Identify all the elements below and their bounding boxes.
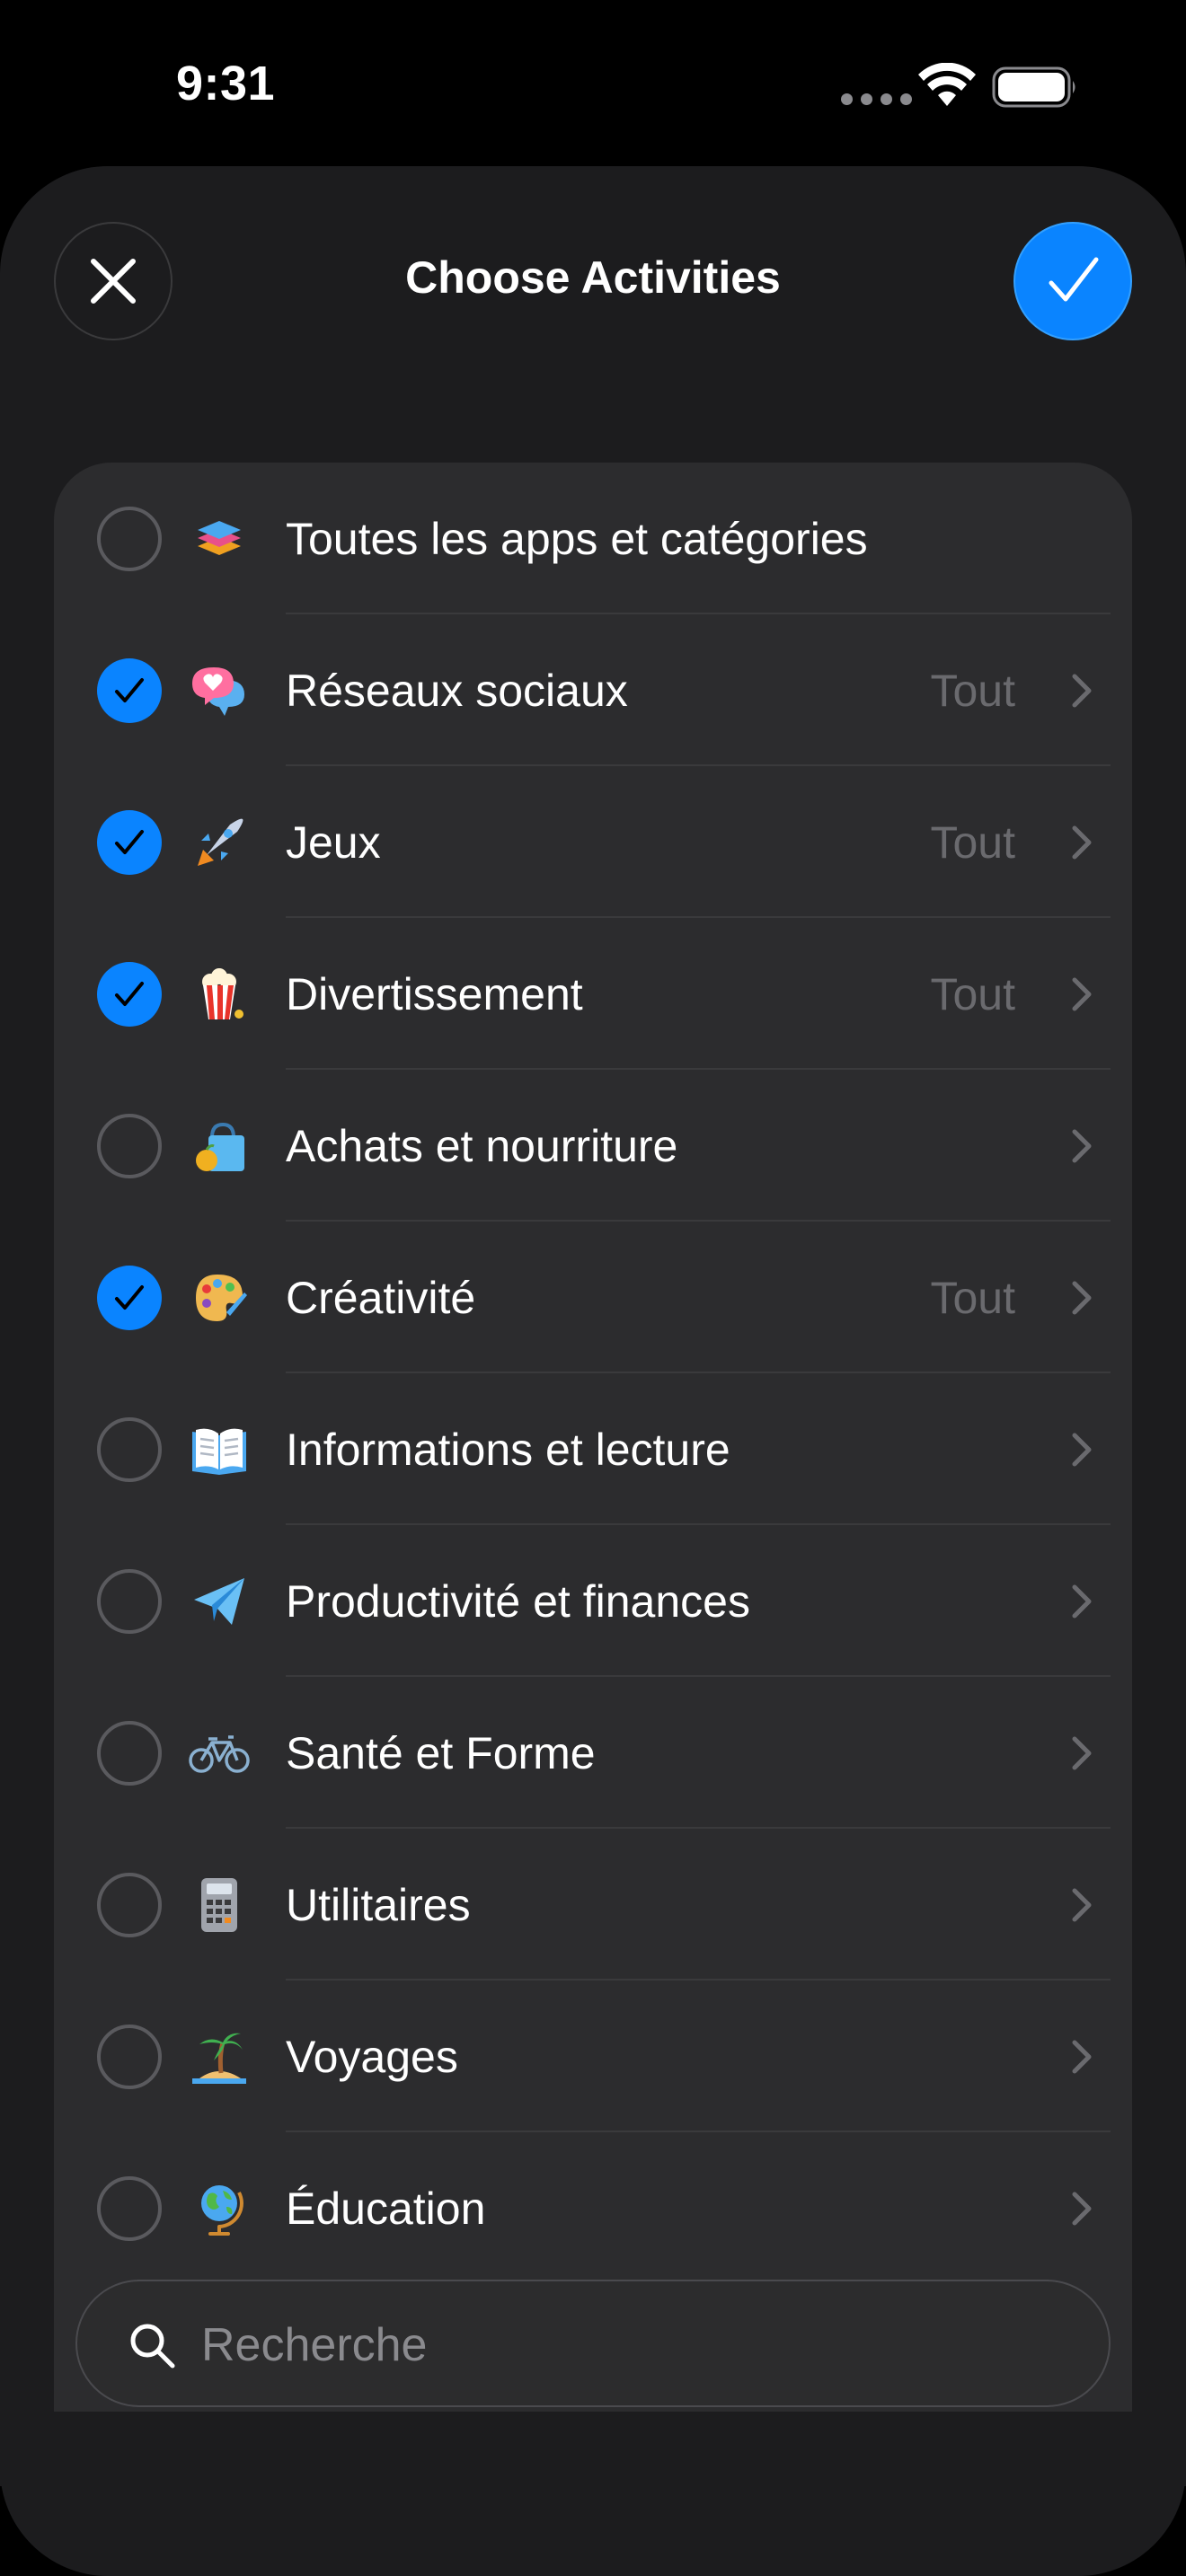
list-item-label: Toutes les apps et catégories <box>286 513 868 564</box>
status-bar: 9:31 <box>0 0 1186 171</box>
open-book-icon <box>189 1419 250 1480</box>
status-time: 9:31 <box>176 57 276 110</box>
rocket-icon <box>189 812 250 873</box>
list-item[interactable]: Jeux Tout <box>54 766 1132 918</box>
popcorn-icon <box>189 964 250 1025</box>
search-input[interactable] <box>201 2314 1010 2377</box>
list-item[interactable]: Informations et lecture <box>54 1373 1132 1525</box>
checkbox-checked[interactable] <box>97 657 162 723</box>
shopping-bag-icon <box>189 1116 250 1177</box>
checkbox-unchecked[interactable] <box>97 1720 162 1786</box>
list-item[interactable]: Divertissement Tout <box>54 918 1132 1070</box>
checkbox-unchecked[interactable] <box>97 2024 162 2089</box>
list-item[interactable]: Utilitaires <box>54 1829 1132 1981</box>
list-item[interactable]: Réseaux sociaux Tout <box>54 614 1132 766</box>
list-item-value: Tout <box>930 968 1015 1019</box>
chevron-right-icon <box>1072 1281 1092 1314</box>
chevron-right-icon <box>1072 1129 1092 1162</box>
chevron-right-icon <box>1072 2040 1092 2073</box>
checkbox-unchecked[interactable] <box>97 2175 162 2241</box>
list-item[interactable]: Santé et Forme <box>54 1677 1132 1829</box>
list-item-label: Achats et nourriture <box>286 1120 678 1171</box>
palette-icon <box>189 1267 250 1328</box>
chevron-right-icon <box>1072 674 1092 707</box>
checkbox-checked[interactable] <box>97 809 162 875</box>
list-item-value: Tout <box>930 665 1015 716</box>
list-item-label: Jeux <box>286 816 381 868</box>
list-item[interactable]: Éducation <box>54 2132 1132 2284</box>
checkmark-icon <box>115 1284 144 1310</box>
list-item[interactable]: Créativité Tout <box>54 1222 1132 1373</box>
list-item-label: Créativité <box>286 1272 476 1323</box>
chevron-right-icon <box>1072 1584 1092 1618</box>
list-item-label: Productivité et finances <box>286 1575 750 1627</box>
sheet-title: Choose Activities <box>405 252 781 303</box>
checkmark-icon <box>115 829 144 854</box>
heart-speech-bubble-icon <box>189 660 250 721</box>
battery-icon <box>992 66 1075 108</box>
search-bar[interactable] <box>75 2280 1111 2407</box>
list-item-value: Tout <box>930 816 1015 868</box>
checkmark-icon <box>115 677 144 702</box>
wifi-icon <box>918 63 976 106</box>
chevron-right-icon <box>1072 2192 1092 2225</box>
checkbox-checked[interactable] <box>97 961 162 1027</box>
list-item[interactable]: Toutes les apps et catégories <box>54 463 1132 614</box>
bicycle-icon <box>189 1723 250 1784</box>
list-item-label: Utilitaires <box>286 1879 471 1930</box>
globe-icon <box>189 2178 250 2239</box>
list-item[interactable]: Productivité et finances <box>54 1525 1132 1677</box>
list-item-label: Informations et lecture <box>286 1424 730 1475</box>
checkmark-icon <box>115 981 144 1006</box>
search-icon <box>130 2324 175 2369</box>
category-list: Toutes les apps et catégories Réseaux soc… <box>54 463 1132 2412</box>
list-item-label: Santé et Forme <box>286 1727 596 1778</box>
confirm-button[interactable] <box>1013 222 1132 340</box>
calculator-icon <box>189 1875 250 1936</box>
list-item-value: Tout <box>930 1272 1015 1323</box>
list-item-label: Réseaux sociaux <box>286 665 628 716</box>
list-item[interactable]: Voyages <box>54 1981 1132 2132</box>
chevron-right-icon <box>1072 1736 1092 1769</box>
list-item[interactable]: Achats et nourriture <box>54 1070 1132 1222</box>
chevron-right-icon <box>1072 1433 1092 1466</box>
chevron-right-icon <box>1072 1888 1092 1921</box>
checkbox-unchecked[interactable] <box>97 1113 162 1178</box>
cellular-signal-icon <box>841 93 912 105</box>
list-item-label: Divertissement <box>286 968 583 1019</box>
checkbox-unchecked[interactable] <box>97 506 162 571</box>
chevron-right-icon <box>1072 825 1092 859</box>
list-item-label: Éducation <box>286 2183 486 2234</box>
sheet-bottom-edge <box>0 2396 1186 2576</box>
checkmark-icon <box>1049 257 1099 302</box>
checkbox-unchecked[interactable] <box>97 1568 162 1634</box>
checkbox-unchecked[interactable] <box>97 1872 162 1937</box>
stack-layers-icon <box>189 508 250 569</box>
paper-plane-icon <box>189 1571 250 1632</box>
checkbox-checked[interactable] <box>97 1265 162 1330</box>
list-item-label: Voyages <box>286 2031 458 2082</box>
palm-island-icon <box>189 2026 250 2087</box>
chevron-right-icon <box>1072 977 1092 1010</box>
checkbox-unchecked[interactable] <box>97 1416 162 1482</box>
